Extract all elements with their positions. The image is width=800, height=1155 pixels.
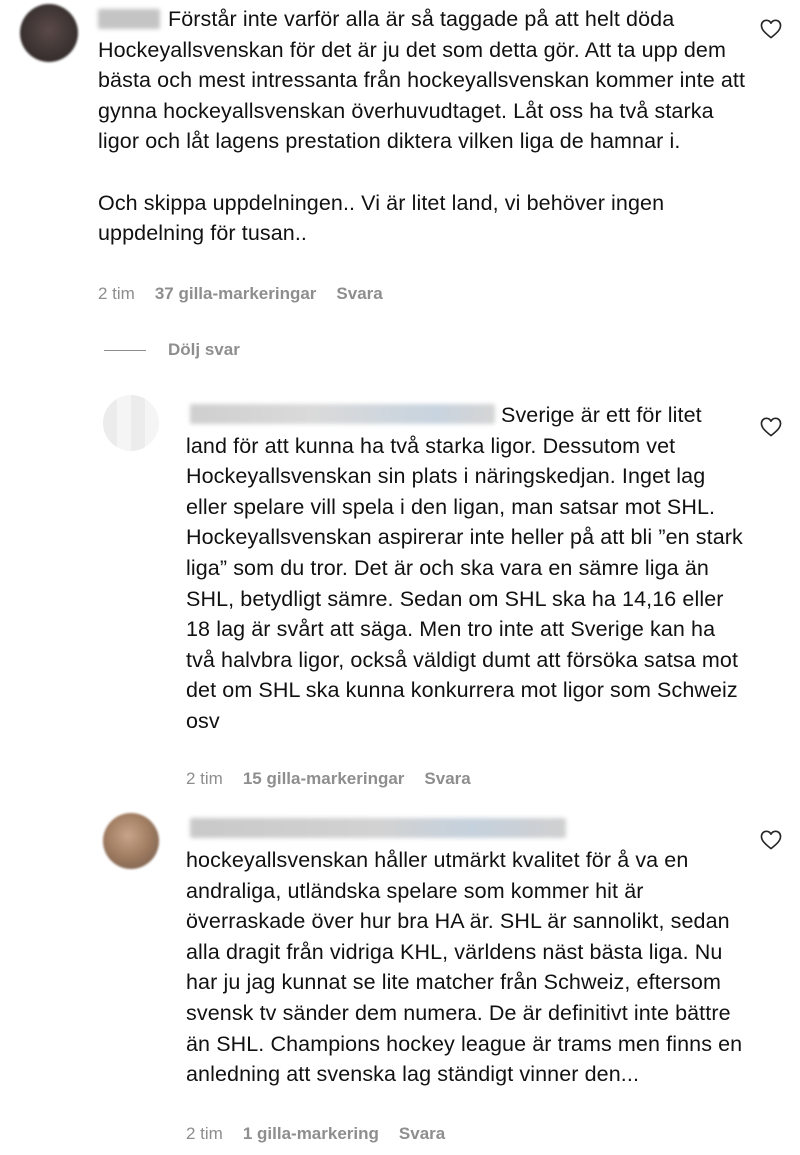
comment-time: 2 tim [186, 1124, 223, 1143]
comment-meta: 2 tim 1 gilla-markering Svara [186, 1124, 445, 1144]
username-redacted[interactable] [190, 818, 566, 838]
comment-text: Sverige är ett för litet land för att ku… [186, 403, 749, 733]
avatar[interactable] [20, 4, 78, 62]
hide-replies-toggle[interactable]: Dölj svar [104, 340, 240, 360]
reply-button[interactable]: Svara [336, 284, 382, 304]
comment-time: 2 tim [186, 769, 223, 788]
reply-button[interactable]: Svara [424, 769, 470, 789]
heart-icon[interactable] [760, 19, 782, 39]
comment-text: Förstår inte varför alla är så taggade p… [98, 7, 746, 246]
comment-text: hockeyallsvenskan håller utmärkt kvalite… [186, 848, 749, 1087]
likes-count[interactable]: 15 gilla-markeringar [243, 769, 405, 789]
comment-time: 2 tim [98, 284, 135, 303]
reply-button[interactable]: Svara [399, 1124, 445, 1144]
divider-line [104, 349, 146, 351]
hide-replies-label[interactable]: Dölj svar [168, 340, 240, 360]
likes-count[interactable]: 37 gilla-markeringar [155, 284, 317, 304]
likes-count[interactable]: 1 gilla-markering [243, 1124, 379, 1144]
comment-meta: 2 tim 37 gilla-markeringar Svara [98, 284, 383, 304]
heart-icon[interactable] [760, 417, 782, 437]
heart-icon[interactable] [760, 830, 782, 850]
avatar[interactable] [103, 813, 159, 869]
avatar[interactable] [103, 395, 159, 451]
comment-meta: 2 tim 15 gilla-markeringar Svara [186, 769, 471, 789]
